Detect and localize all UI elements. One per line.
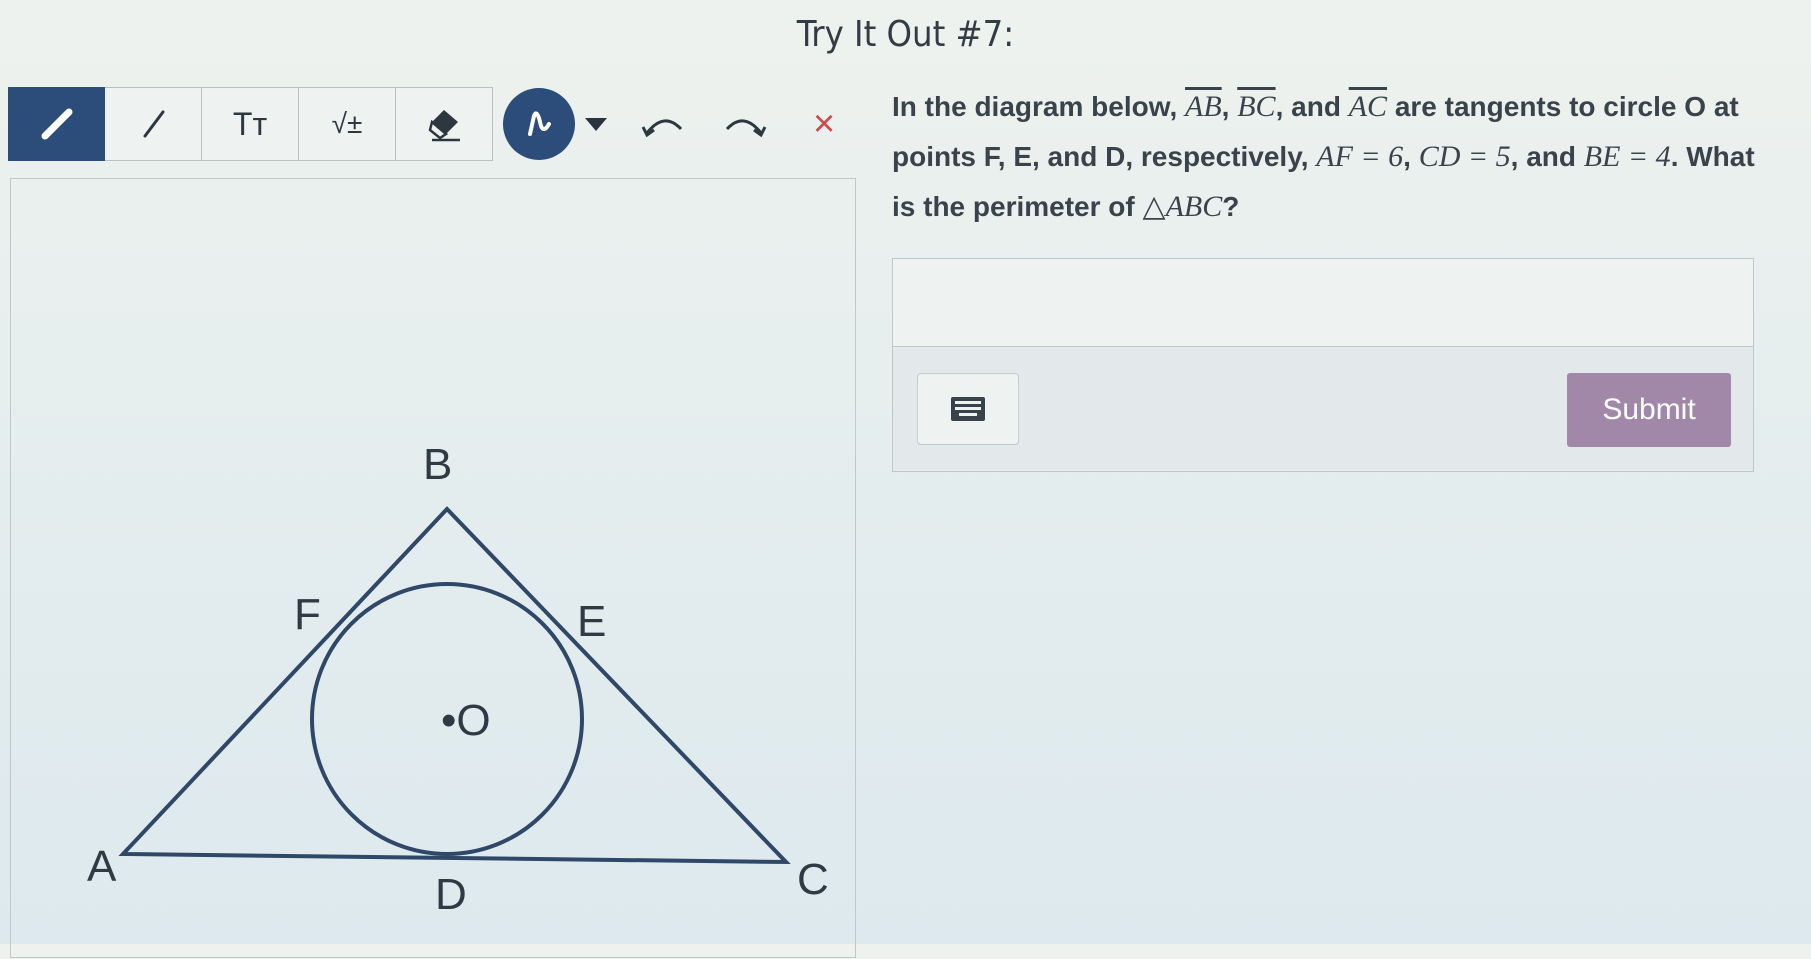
eraser-tool[interactable] [396, 87, 493, 161]
page-title: Try It Out #7: [796, 14, 1015, 55]
drawing-canvas[interactable]: B F E •O A D C [10, 178, 856, 958]
math-tool-icon: √± [331, 108, 363, 139]
triangle-abc [118, 506, 791, 865]
submit-button[interactable]: Submit [1567, 373, 1731, 447]
answer-input[interactable] [893, 259, 1753, 347]
segment-ac: AC [1348, 90, 1388, 123]
redo-icon [725, 119, 767, 138]
eq-be: BE = 4 [1583, 140, 1671, 173]
triangle-diagram: B F E •O A D C [87, 440, 829, 919]
eq-cd: CD = 5 [1418, 140, 1511, 173]
curve-tool[interactable] [503, 88, 575, 160]
pencil-icon [41, 108, 72, 140]
keyboard-icon [951, 397, 985, 421]
answer-panel: Submit [892, 258, 1754, 472]
line-icon [143, 110, 165, 138]
question-text: In the diagram below, AB, BC, and AC are… [892, 90, 1755, 223]
undo-button[interactable] [641, 109, 687, 139]
math-tool[interactable]: √± [299, 87, 396, 161]
keyboard-button[interactable] [917, 373, 1019, 445]
pencil-tool[interactable] [8, 87, 105, 161]
text-tool[interactable]: Tт [202, 87, 299, 161]
redo-button[interactable] [721, 109, 767, 139]
label-e: E [577, 597, 606, 646]
undo-icon [641, 119, 683, 138]
chevron-down-icon[interactable] [585, 117, 607, 131]
line-tool[interactable] [105, 87, 202, 161]
label-c: C [797, 855, 829, 904]
close-icon[interactable]: × [813, 105, 835, 143]
text-tool-icon: Tт [232, 105, 268, 142]
curve-tool-icon [528, 111, 551, 136]
label-o: •O [441, 696, 491, 745]
eq-af: AF = 6 [1316, 140, 1404, 173]
triangle-symbol: △ABC [1142, 190, 1223, 223]
label-f: F [294, 590, 321, 639]
label-b: B [423, 440, 452, 489]
segment-bc: BC [1237, 90, 1276, 123]
label-a: A [87, 842, 117, 891]
eraser-icon [428, 110, 460, 142]
segment-ab: AB [1185, 90, 1222, 123]
drawing-toolbar: Tт √± × [8, 86, 835, 162]
label-d: D [435, 870, 467, 919]
